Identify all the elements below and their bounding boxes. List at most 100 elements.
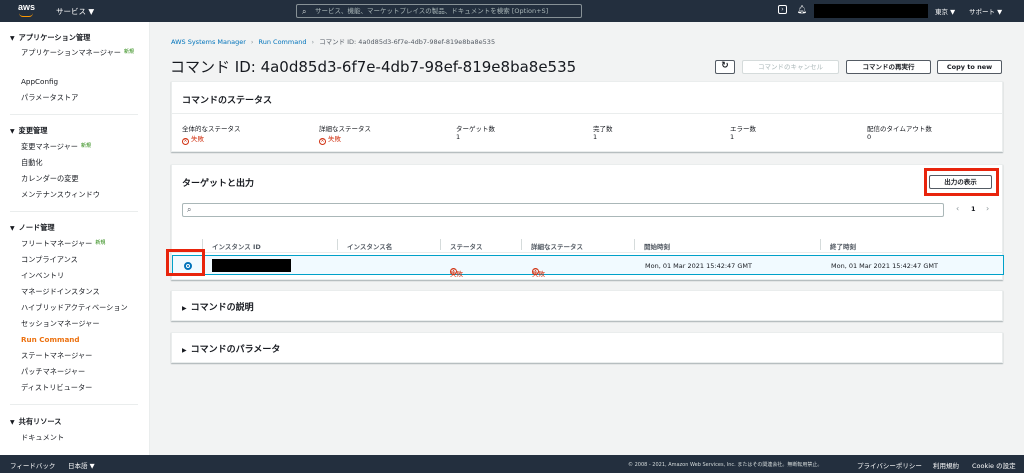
targets-and-outputs-panel: ターゲットと出力 出力の表示 ⌕ ‹ 1 › インスタンス ID インスタンス名… (166, 164, 1004, 280)
rerun-command-button[interactable]: コマンドの再実行 (846, 60, 931, 74)
target-count-label: ターゲット数 (456, 125, 495, 133)
overall-status-label: 全体的なステータス (182, 125, 241, 133)
language-selector[interactable]: 日本語 ▼ (68, 460, 95, 470)
sidebar-item-documents[interactable]: ドキュメント (21, 433, 64, 443)
detailed-status-value: × 失敗 (319, 135, 341, 145)
command-parameters-heading[interactable]: ▶ コマンドのパラメータ (182, 342, 280, 355)
sidebar-item-change-manager[interactable]: 変更マネージャー 新規 (21, 142, 91, 152)
sidebar-item-state-manager[interactable]: ステートマネージャー (21, 351, 92, 361)
sidebar-divider (10, 404, 138, 405)
sidebar-item-inventory[interactable]: インベントリ (21, 271, 64, 281)
sidebar-divider (10, 114, 138, 115)
bell-icon[interactable]: 🔔︎ (797, 5, 807, 15)
highlight-box (924, 168, 999, 196)
breadcrumb: AWS Systems Manager › Run Command › コマンド ID:… (171, 36, 495, 46)
main-content: AWS Systems Manager › Run Command › コマンド ID:… (150, 22, 1024, 455)
aws-logo[interactable]: aws (18, 3, 35, 17)
prev-page-icon[interactable]: ‹ (956, 204, 959, 213)
sidebar-item-distributor[interactable]: ディストリビューター (21, 383, 92, 393)
breadcrumb-separator-icon: › (250, 38, 254, 46)
column-separator (521, 239, 522, 250)
account-menu[interactable] (814, 4, 928, 18)
support-menu[interactable]: サポート ▼ (969, 6, 1002, 16)
search-input[interactable]: ⌕ サービス、機能、マーケットプレイスの製品、ドキュメントを検索 [Option… (296, 4, 582, 18)
copyright-text: © 2008 - 2021, Amazon Web Services, Inc.… (628, 462, 823, 468)
sidebar-item-session-manager[interactable]: セッションマネージャー (21, 319, 100, 329)
breadcrumb-systems-manager[interactable]: AWS Systems Manager (171, 38, 246, 46)
top-navigation-bar: aws サービス ▼ ⌕ サービス、機能、マーケットプレイスの製品、ドキュメント… (0, 0, 1024, 22)
sidebar-item-automation[interactable]: 自動化 (21, 158, 43, 168)
privacy-link[interactable]: プライバシーポリシー (857, 460, 922, 470)
cancel-command-button[interactable]: コマンドのキャンセル (742, 60, 839, 74)
sidebar-item-maintenance-windows[interactable]: メンテナンスウィンドウ (21, 190, 100, 200)
error-count-value: 1 (730, 133, 735, 141)
sidebar-item-app-manager[interactable]: アプリケーションマネージャー 新規 (21, 48, 134, 58)
next-page-icon[interactable]: › (986, 204, 989, 213)
column-detailed-status[interactable]: 詳細なステータス (531, 241, 583, 251)
error-count-label: エラー数 (730, 125, 756, 133)
copy-to-new-button[interactable]: Copy to new (937, 60, 1002, 74)
expand-caret-icon: ▶ (182, 305, 187, 312)
sidebar-item-compliance[interactable]: コンプライアンス (21, 255, 78, 265)
sidebar-item-patch-manager[interactable]: パッチマネージャー (21, 367, 85, 377)
delivery-timeout-label: 配信のタイムアウト数 (867, 125, 932, 133)
expand-caret-icon: ▶ (182, 347, 187, 354)
targets-heading: ターゲットと出力 (182, 179, 255, 189)
table-row[interactable]: × 失敗 × 失敗 Mon, 01 Mar 2021 15:42:47 GMT Mo… (172, 255, 1004, 278)
terms-link[interactable]: 利用規約 (933, 460, 959, 470)
error-icon: × (319, 138, 326, 145)
detailed-status-label: 詳細なステータス (319, 125, 371, 133)
footer: フィードバック 日本語 ▼ © 2008 - 2021, Amazon Web … (0, 455, 1024, 473)
filter-input[interactable]: ⌕ (182, 203, 944, 217)
panel-divider (172, 113, 1002, 114)
sidebar-section-shared-resources[interactable]: ▼ 共有リソース (10, 417, 61, 427)
page-number[interactable]: 1 (971, 205, 976, 213)
column-instance-id[interactable]: インスタンス ID (212, 241, 261, 251)
column-start-time[interactable]: 開始時刻 (644, 241, 670, 251)
start-time-cell: Mon, 01 Mar 2021 15:42:47 GMT (645, 262, 752, 270)
sidebar-item-appconfig[interactable]: AppConfig (21, 77, 58, 86)
column-instance-name[interactable]: インスタンス名 (347, 241, 392, 251)
column-separator (440, 239, 441, 250)
command-status-heading: コマンドのステータス (182, 96, 273, 106)
search-icon: ⌕ (187, 205, 192, 214)
column-status[interactable]: ステータス (450, 241, 483, 251)
feedback-link[interactable]: フィードバック (10, 460, 55, 470)
column-separator (820, 239, 821, 250)
services-menu[interactable]: サービス ▼ (56, 6, 94, 17)
sidebar: ▼ アプリケーション管理 アプリケーションマネージャー 新規 AppConfig パ… (0, 22, 150, 455)
sidebar-divider (10, 211, 138, 212)
sidebar-item-hybrid-activations[interactable]: ハイブリッドアクティベーション (21, 303, 128, 313)
command-parameters-panel[interactable]: ▶ コマンドのパラメータ (171, 332, 1003, 363)
sidebar-item-fleet-manager[interactable]: フリートマネージャー 新規 (21, 239, 105, 249)
column-end-time[interactable]: 終了時刻 (830, 241, 856, 251)
cookie-settings-link[interactable]: Cookie の設定 (972, 460, 1016, 470)
column-separator (337, 239, 338, 250)
completed-count-label: 完了数 (593, 125, 613, 133)
sidebar-section-app-mgmt[interactable]: ▼ アプリケーション管理 (10, 33, 90, 43)
sidebar-item-parameter-store[interactable]: パラメータストア (21, 93, 78, 103)
command-description-panel[interactable]: ▶ コマンドの説明 (171, 290, 1003, 321)
sidebar-section-node-mgmt[interactable]: ▼ ノード管理 (10, 223, 55, 233)
breadcrumb-run-command[interactable]: Run Command (259, 38, 307, 46)
command-description-heading[interactable]: ▶ コマンドの説明 (182, 300, 254, 313)
refresh-button[interactable]: ↻ (715, 60, 735, 74)
overall-status-value: × 失敗 (182, 135, 204, 145)
breadcrumb-separator-icon: › (311, 38, 315, 46)
command-status-panel: コマンドのステータス 全体的なステータス × 失敗 詳細なステータス × 失敗 ター… (171, 81, 1003, 152)
terminal-icon[interactable]: › (778, 5, 787, 14)
aws-smile-icon (19, 13, 33, 17)
page-title: コマンド ID: 4a0d85d3-6f7e-4db7-98ef-819e8ba… (170, 58, 577, 76)
region-selector[interactable]: 東京 ▼ (935, 6, 955, 16)
column-separator (634, 239, 635, 250)
sidebar-section-change-mgmt[interactable]: ▼ 変更管理 (10, 126, 47, 136)
completed-count-value: 1 (593, 133, 598, 141)
instance-id-redacted[interactable] (212, 259, 291, 272)
error-icon: × (182, 138, 189, 145)
delivery-timeout-value: 0 (867, 133, 872, 141)
end-time-cell: Mon, 01 Mar 2021 15:42:47 GMT (831, 262, 938, 270)
breadcrumb-current: コマンド ID: 4a0d85d3-6f7e-4db7-98ef-819e8ba… (319, 38, 496, 46)
sidebar-item-managed-instances[interactable]: マネージドインスタンス (21, 287, 100, 297)
sidebar-item-change-calendar[interactable]: カレンダーの変更 (21, 174, 79, 184)
sidebar-item-run-command[interactable]: Run Command (21, 335, 80, 344)
